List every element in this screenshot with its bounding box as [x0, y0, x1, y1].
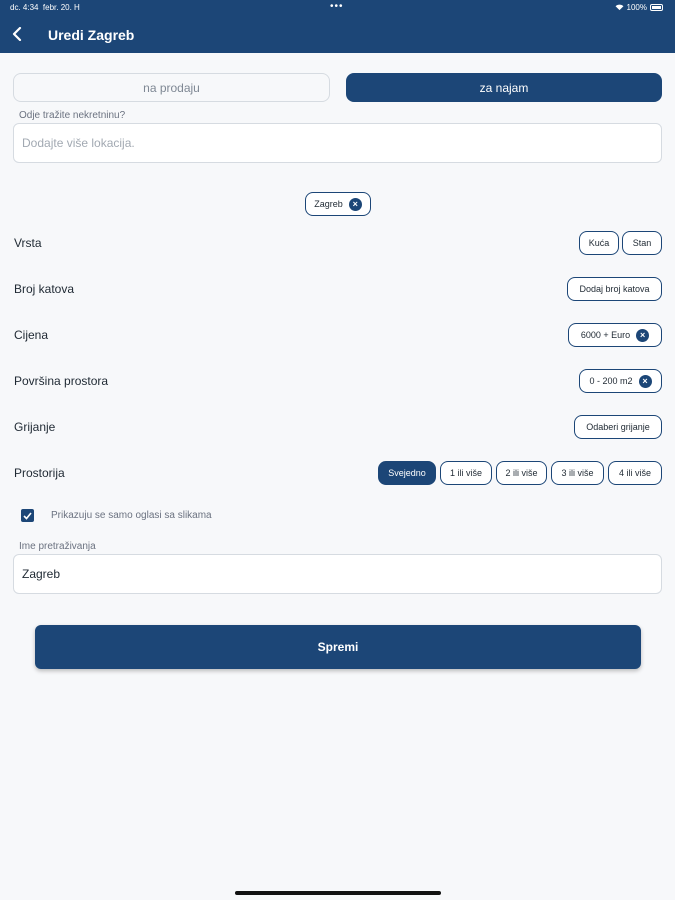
floors-label: Broj katova [14, 282, 75, 296]
price-value: 6000 + Euro [580, 330, 631, 340]
search-name-input[interactable]: Zagreb [13, 554, 662, 594]
rooms-label: Prostorija [14, 466, 65, 480]
search-name-value: Zagreb [22, 567, 61, 581]
location-chip-label: Zagreb [314, 199, 343, 209]
status-bar: dc. 4:34 febr. 20. H ••• 100% [0, 0, 675, 16]
multitask-dots: ••• [330, 1, 344, 12]
wifi-icon [615, 4, 623, 11]
checkmark-icon [23, 511, 32, 520]
remove-chip-icon[interactable]: × [348, 197, 362, 211]
vrsta-option-kuca[interactable]: Kuća [579, 231, 619, 255]
save-button[interactable]: Spremi [35, 625, 641, 669]
heating-label: Grijanje [14, 420, 56, 434]
vrsta-option-stan[interactable]: Stan [622, 231, 662, 255]
price-label: Cijena [14, 328, 49, 342]
page-title: Uredi Zagreb [48, 27, 135, 43]
clear-area-icon[interactable]: × [638, 374, 652, 388]
rooms-option-3plus[interactable]: 3 ili više [551, 461, 604, 485]
area-chip: 0 - 200 m2 × [579, 369, 662, 393]
rooms-option-4plus[interactable]: 4 ili više [608, 461, 662, 485]
price-chip: 6000 + Euro × [568, 323, 662, 347]
app-bar: Uredi Zagreb [0, 16, 675, 53]
location-input[interactable]: Dodajte više lokacija. [13, 123, 662, 163]
vrsta-label: Vrsta [14, 236, 42, 250]
select-heating-button[interactable]: Odaberi grijanje [574, 415, 662, 439]
status-time: dc. 4:34 [10, 3, 39, 12]
location-placeholder: Dodajte više lokacija. [22, 136, 135, 150]
back-arrow-icon[interactable] [8, 24, 26, 44]
search-name-label: Ime pretraživanja [19, 541, 96, 552]
rooms-option-2plus[interactable]: 2 ili više [496, 461, 547, 485]
rooms-option-any[interactable]: Svejedno [378, 461, 436, 485]
area-label: Površina prostora [14, 374, 109, 388]
location-label: Odje tražite nekretninu? [19, 110, 126, 121]
photos-only-checkbox[interactable] [21, 509, 34, 522]
status-date: febr. 20. H [42, 3, 80, 12]
location-chip-zagreb: Zagreb × [305, 192, 371, 216]
add-floors-button[interactable]: Dodaj broj katova [567, 277, 662, 301]
rooms-option-1plus[interactable]: 1 ili više [440, 461, 492, 485]
area-value: 0 - 200 m2 [589, 376, 633, 386]
photos-only-label: Prikazuju se samo oglasi sa slikama [51, 510, 212, 521]
home-indicator [235, 891, 441, 895]
tab-for-rent[interactable]: za najam [346, 73, 662, 102]
clear-price-icon[interactable]: × [636, 328, 650, 342]
battery-icon [650, 4, 663, 11]
tab-for-sale[interactable]: na prodaju [13, 73, 330, 102]
battery-percent: 100% [626, 3, 647, 12]
